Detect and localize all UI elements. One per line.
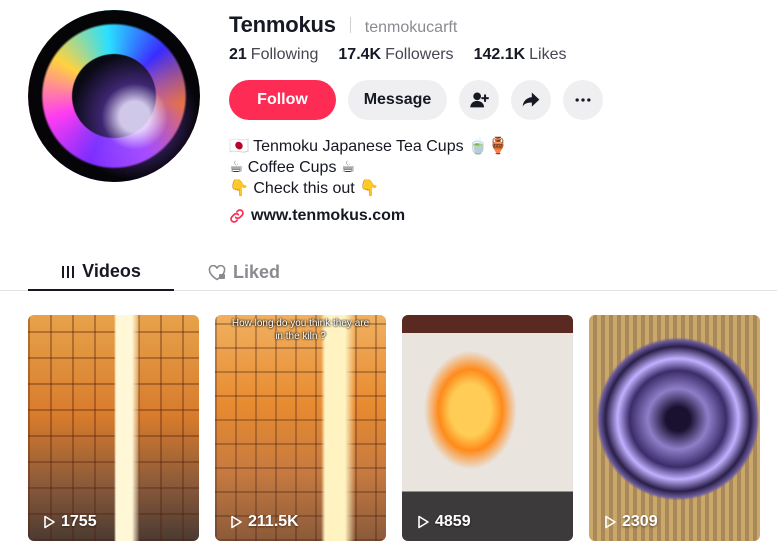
view-count-value: 211.5K (248, 513, 299, 530)
profile-link[interactable]: www.tenmokus.com (229, 207, 405, 225)
view-count: 1755 (42, 513, 97, 531)
stat-likes-count: 142.1K (473, 46, 526, 63)
bio-line: ☕ Coffee Cups ☕ (229, 159, 356, 176)
video-grid: 1755 How long do you think they are in t… (28, 315, 760, 541)
stat-likes-label: Likes (529, 46, 567, 63)
message-button[interactable]: Message (348, 80, 447, 120)
play-icon (418, 515, 429, 529)
play-icon (44, 515, 55, 529)
play-icon (231, 515, 242, 529)
stat-followers-count: 17.4K (338, 46, 382, 63)
more-options-button[interactable] (563, 80, 603, 120)
video-thumbnail[interactable]: 1755 (28, 315, 199, 541)
share-button[interactable] (511, 80, 551, 120)
profile-bio: 🇯🇵 Tenmoku Japanese Tea Cups 🍵🏺 ☕ Coffee… (229, 136, 508, 199)
video-thumbnail[interactable]: How long do you think they are in the ki… (215, 315, 386, 541)
share-icon (522, 92, 540, 107)
bio-line: 👇 Check this out 👇 (229, 180, 380, 197)
profile-handle: tenmokucarft (364, 19, 458, 36)
video-thumbnail[interactable]: 2309 (589, 315, 760, 541)
add-friend-button[interactable] (459, 80, 499, 120)
stat-following[interactable]: 21 Following (229, 46, 318, 64)
stat-followers[interactable]: 17.4K Followers (338, 46, 453, 64)
tab-liked-label: Liked (233, 262, 281, 282)
profile-stats: 21 Following 17.4K Followers 142.1K Likes (229, 46, 567, 64)
video-caption: How long do you think they are in the ki… (231, 318, 370, 342)
view-count-value: 2309 (622, 513, 658, 530)
profile-link-text[interactable]: www.tenmokus.com (251, 207, 405, 225)
profile-header: Tenmokus tenmokucarft (229, 12, 457, 38)
more-icon (575, 98, 591, 102)
heart-lock-icon (208, 264, 226, 280)
tab-liked[interactable]: Liked (208, 254, 280, 291)
person-add-icon (470, 92, 489, 108)
view-count: 4859 (416, 513, 471, 531)
profile-actions: Follow Message (229, 80, 603, 120)
profile-avatar[interactable] (28, 10, 200, 182)
stat-followers-label: Followers (385, 46, 454, 63)
video-thumbnail[interactable]: 4859 (402, 315, 573, 541)
name-divider (349, 17, 351, 33)
stat-following-label: Following (250, 46, 319, 63)
view-count-value: 1755 (61, 513, 97, 530)
grid-icon (62, 265, 75, 278)
profile-username: Tenmokus (229, 12, 336, 37)
stat-likes: 142.1K Likes (474, 46, 567, 64)
view-count-value: 4859 (435, 513, 471, 530)
follow-button[interactable]: Follow (229, 80, 336, 120)
profile-tabs: Videos Liked (0, 254, 777, 291)
tab-videos[interactable]: Videos (28, 254, 174, 291)
view-count: 211.5K (229, 513, 299, 531)
tab-videos-label: Videos (82, 261, 141, 281)
stat-following-count: 21 (229, 46, 247, 63)
play-icon (605, 515, 616, 529)
bio-line: 🇯🇵 Tenmoku Japanese Tea Cups 🍵🏺 (229, 138, 508, 155)
view-count: 2309 (603, 513, 658, 531)
link-icon (230, 209, 244, 223)
